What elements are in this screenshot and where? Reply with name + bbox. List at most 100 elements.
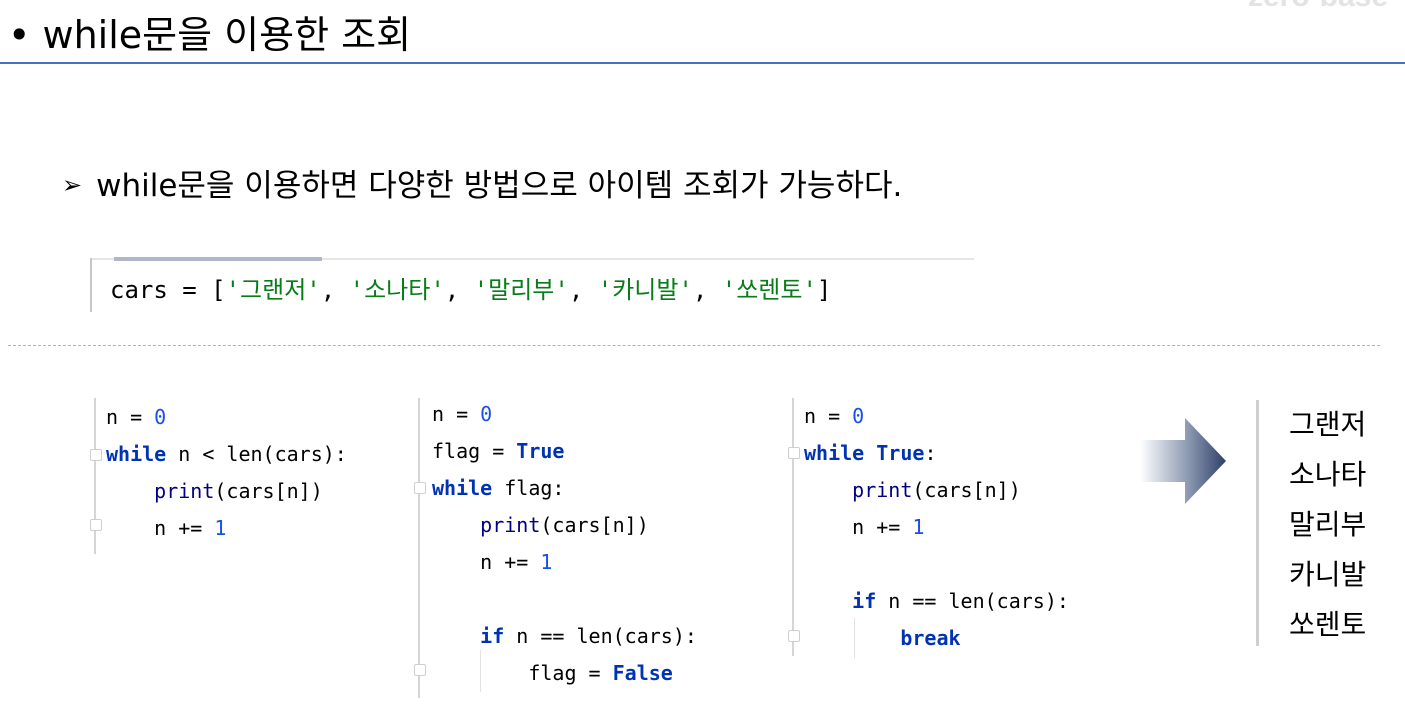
bullet-text: while문을 이용하면 다양한 방법으로 아이템 조회가 가능하다. (96, 168, 903, 204)
cars-sep: , (568, 276, 598, 304)
cars-sep: , (444, 276, 474, 304)
code-text: n < len(cars): (166, 442, 347, 466)
code-number: 1 (912, 515, 925, 539)
code-keyword: False (612, 661, 673, 685)
code-line: flag = False (432, 655, 697, 692)
output-list: 그랜저 소나타 말리부 카니발 쏘렌토 (1289, 400, 1366, 650)
cars-sep: , (320, 276, 350, 304)
page-title: • while문을 이용한 조회 (8, 13, 412, 57)
code-line: while n < len(cars): (106, 436, 347, 473)
code-line: while flag: (432, 470, 697, 507)
code-number: 1 (540, 550, 553, 574)
arrow-bullet-icon: ➢ (62, 171, 83, 199)
cars-open: = [ (167, 276, 226, 304)
code-line: print(cars[n]) (106, 473, 347, 510)
code-line: if n == len(cars): (432, 618, 697, 655)
code-block-while-len: n = 0 while n < len(cars): print(cars[n])… (106, 399, 347, 547)
fold-icon[interactable] (788, 447, 800, 459)
cars-sep: , (692, 276, 722, 304)
code-text: n = (106, 405, 155, 429)
code-keyword: while (106, 442, 167, 466)
bullet-point: ➢ while문을 이용하면 다양한 방법으로 아이템 조회가 가능하다. (62, 160, 902, 205)
code-line-blank: ​ (432, 581, 697, 618)
code-line: break (804, 620, 1069, 657)
code-line: n += 1 (432, 544, 697, 581)
code-text: flag = (432, 439, 517, 463)
cars-item: '쏘렌토' (721, 276, 817, 304)
output-line: 소나타 (1289, 458, 1367, 491)
section-divider (8, 345, 1380, 346)
cars-item: '그랜저' (225, 276, 321, 304)
code-text: n += (804, 515, 913, 539)
output-line: 말리부 (1289, 508, 1367, 541)
code-text: n = (804, 404, 853, 428)
fold-icon[interactable] (414, 482, 426, 494)
code-line: if n == len(cars): (804, 583, 1069, 620)
code-line-blank: ​ (804, 546, 1069, 583)
fold-icon[interactable] (788, 630, 800, 642)
code-function: print (154, 479, 215, 503)
code-number: 1 (214, 516, 227, 540)
fold-icon[interactable] (414, 664, 426, 676)
cars-code-box: cars = ['그랜저', '소나타', '말리부', '카니발', '쏘렌토… (90, 257, 974, 312)
code-number: 0 (154, 405, 167, 429)
code-number: 0 (480, 402, 493, 426)
title-underline (0, 62, 1405, 64)
code-line: while True: (804, 435, 1069, 472)
code-keyword: if (852, 589, 877, 613)
fold-icon[interactable] (90, 519, 102, 531)
output-line: 쏘렌토 (1289, 608, 1367, 641)
output-line: 카니발 (1289, 558, 1367, 591)
fold-icon[interactable] (90, 449, 102, 461)
code-line: flag = True (432, 433, 697, 470)
code-keyword: while (432, 476, 493, 500)
editor-scroll-highlight (114, 257, 322, 261)
right-arrow-icon (1140, 418, 1226, 504)
output-line: 그랜저 (1289, 408, 1367, 441)
code-text: : (924, 441, 937, 465)
code-line: print(cars[n]) (432, 507, 697, 544)
code-text: n += (106, 516, 215, 540)
code-function: print (480, 513, 541, 537)
code-keyword: break (900, 626, 961, 650)
code-line: n = 0 (432, 396, 697, 433)
code-line: n = 0 (106, 399, 347, 436)
code2-gutter (418, 398, 420, 698)
cars-item: '말리부' (473, 276, 569, 304)
code-text: n == len(cars): (504, 624, 697, 648)
code-block-while-flag: n = 0 flag = True while flag: print(cars[n… (432, 396, 697, 692)
cars-close: ] (816, 276, 832, 304)
brand-watermark: zero-base (1248, 0, 1388, 14)
code-line: n += 1 (106, 510, 347, 547)
code3-gutter (792, 398, 794, 656)
code-text: flag = (432, 661, 613, 685)
code-text: (cars[n]) (214, 479, 323, 503)
code-text: n += (432, 550, 541, 574)
code-line: n = 0 (804, 398, 1069, 435)
cars-var: cars (110, 276, 168, 304)
code-text: n == len(cars): (876, 589, 1069, 613)
code-keyword: while (804, 441, 865, 465)
output-panel: 그랜저 소나타 말리부 카니발 쏘렌토 (1256, 400, 1405, 646)
code-text: n = (432, 402, 481, 426)
cars-item: '소나타' (349, 276, 445, 304)
cars-item: '카니발' (597, 276, 693, 304)
code-line: n += 1 (804, 509, 1069, 546)
code-line: print(cars[n]) (804, 472, 1069, 509)
code-number: 0 (852, 404, 865, 428)
code-keyword: if (480, 624, 505, 648)
code-block-while-true: n = 0while True: print(cars[n]) n += 1​ … (804, 398, 1069, 657)
cars-assignment: cars = ['그랜저', '소나타', '말리부', '카니발', '쏘렌토… (110, 270, 831, 305)
code-text: flag: (492, 476, 565, 500)
editor-top-border (92, 257, 974, 261)
code-text: (cars[n]) (912, 478, 1021, 502)
code-function: print (852, 478, 913, 502)
code-text: (cars[n]) (540, 513, 649, 537)
